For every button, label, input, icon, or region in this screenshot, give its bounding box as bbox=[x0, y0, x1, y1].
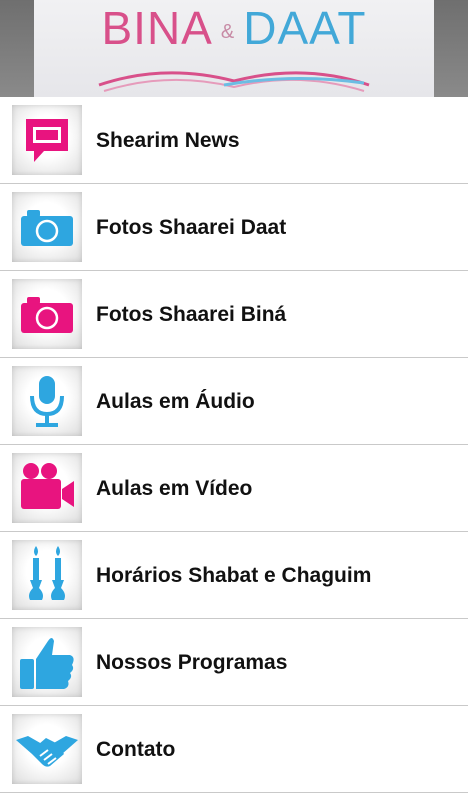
thumbs-up-icon bbox=[12, 627, 82, 697]
candles-icon bbox=[12, 540, 82, 610]
menu-item-horarios-shabat[interactable]: Horários Shabat e Chaguim bbox=[0, 532, 468, 619]
menu-item-shearim-news[interactable]: Shearim News bbox=[0, 97, 468, 184]
logo-text: BINA & DAAT bbox=[34, 2, 434, 58]
video-camera-icon bbox=[12, 453, 82, 523]
logo-text-daat: DAAT bbox=[243, 2, 367, 54]
camera-icon bbox=[12, 279, 82, 349]
menu-item-label: Horários Shabat e Chaguim bbox=[96, 564, 372, 587]
menu-item-label: Nossos Programas bbox=[96, 651, 288, 674]
handshake-icon bbox=[12, 714, 82, 784]
camera-icon bbox=[12, 192, 82, 262]
app-header: BINA & DAAT bbox=[0, 0, 468, 97]
bina-daat-logo: BINA & DAAT bbox=[34, 0, 434, 97]
menu-item-label: Shearim News bbox=[96, 129, 240, 152]
menu-item-label: Contato bbox=[96, 738, 176, 761]
menu-item-fotos-shaarei-bina[interactable]: Fotos Shaarei Biná bbox=[0, 271, 468, 358]
menu-item-nossos-programas[interactable]: Nossos Programas bbox=[0, 619, 468, 706]
menu-item-contato[interactable]: Contato bbox=[0, 706, 468, 793]
menu-item-label: Aulas em Vídeo bbox=[96, 477, 253, 500]
book-swoosh-icon bbox=[98, 71, 370, 92]
logo-text-bina: BINA bbox=[101, 2, 213, 54]
main-menu: Shearim News Fotos Shaarei Daat Fotos Sh… bbox=[0, 97, 468, 793]
menu-item-aulas-em-audio[interactable]: Aulas em Áudio bbox=[0, 358, 468, 445]
chat-bubble-icon bbox=[12, 105, 82, 175]
menu-item-label: Fotos Shaarei Daat bbox=[96, 216, 287, 239]
menu-item-label: Fotos Shaarei Biná bbox=[96, 303, 287, 326]
menu-item-label: Aulas em Áudio bbox=[96, 390, 255, 413]
menu-item-aulas-em-video[interactable]: Aulas em Vídeo bbox=[0, 445, 468, 532]
logo-text-amp: & bbox=[220, 20, 236, 43]
microphone-icon bbox=[12, 366, 82, 436]
menu-item-fotos-shaarei-daat[interactable]: Fotos Shaarei Daat bbox=[0, 184, 468, 271]
